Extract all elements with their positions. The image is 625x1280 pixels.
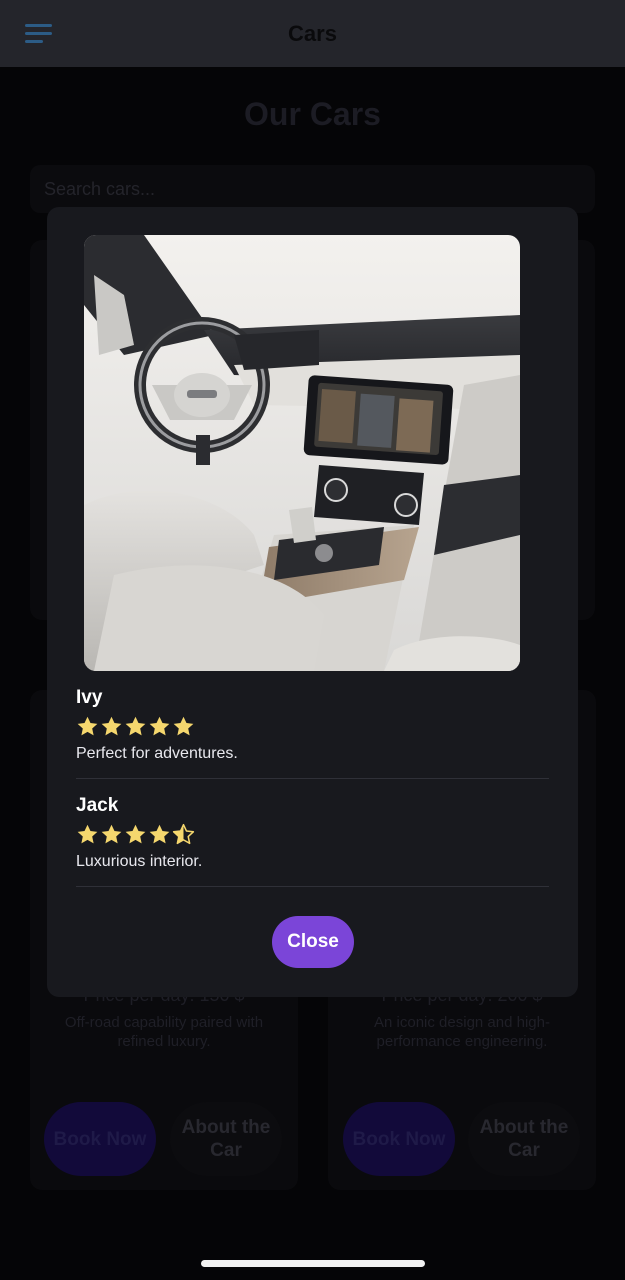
star-full-icon: [101, 824, 122, 844]
star-full-icon: [125, 824, 146, 844]
reviewer-name: Ivy: [76, 687, 103, 708]
review-item: Ivy Perfect for adventures.: [76, 687, 549, 763]
home-indicator: [201, 1260, 425, 1267]
close-button[interactable]: Close: [272, 916, 354, 968]
rating-stars: [76, 715, 549, 738]
about-car-button[interactable]: About the Car: [170, 1102, 282, 1176]
divider: [76, 778, 549, 779]
star-full-icon: [101, 716, 122, 736]
star-half-icon: [172, 823, 195, 845]
app-header: Cars: [0, 0, 625, 67]
divider: [76, 886, 549, 887]
review-item: Jack Luxurious interior.: [76, 795, 549, 871]
card-description: Off-road capability paired with refined …: [64, 1014, 264, 1050]
hamburger-menu-icon[interactable]: [25, 24, 52, 44]
reviewer-name: Jack: [76, 795, 119, 816]
reviews-modal: Ivy Perfect for adventures. Jack Luxurio…: [47, 207, 578, 997]
rating-stars: [76, 823, 549, 846]
star-full-icon: [77, 824, 98, 844]
car-interior-photo: [84, 235, 520, 671]
review-text: Luxurious interior.: [76, 853, 203, 870]
star-full-icon: [125, 716, 146, 736]
star-full-icon: [149, 716, 170, 736]
card-description: An iconic design and high-performance en…: [374, 1014, 550, 1050]
search-input[interactable]: [30, 165, 595, 213]
about-car-button[interactable]: About the Car: [468, 1102, 580, 1176]
book-now-button[interactable]: Book Now: [44, 1102, 156, 1176]
header-title: Cars: [288, 20, 337, 46]
book-now-button[interactable]: Book Now: [343, 1102, 455, 1176]
review-text: Perfect for adventures.: [76, 745, 238, 762]
star-full-icon: [173, 716, 194, 736]
star-full-icon: [77, 716, 98, 736]
page-title: Our Cars: [244, 96, 381, 132]
star-full-icon: [149, 824, 170, 844]
